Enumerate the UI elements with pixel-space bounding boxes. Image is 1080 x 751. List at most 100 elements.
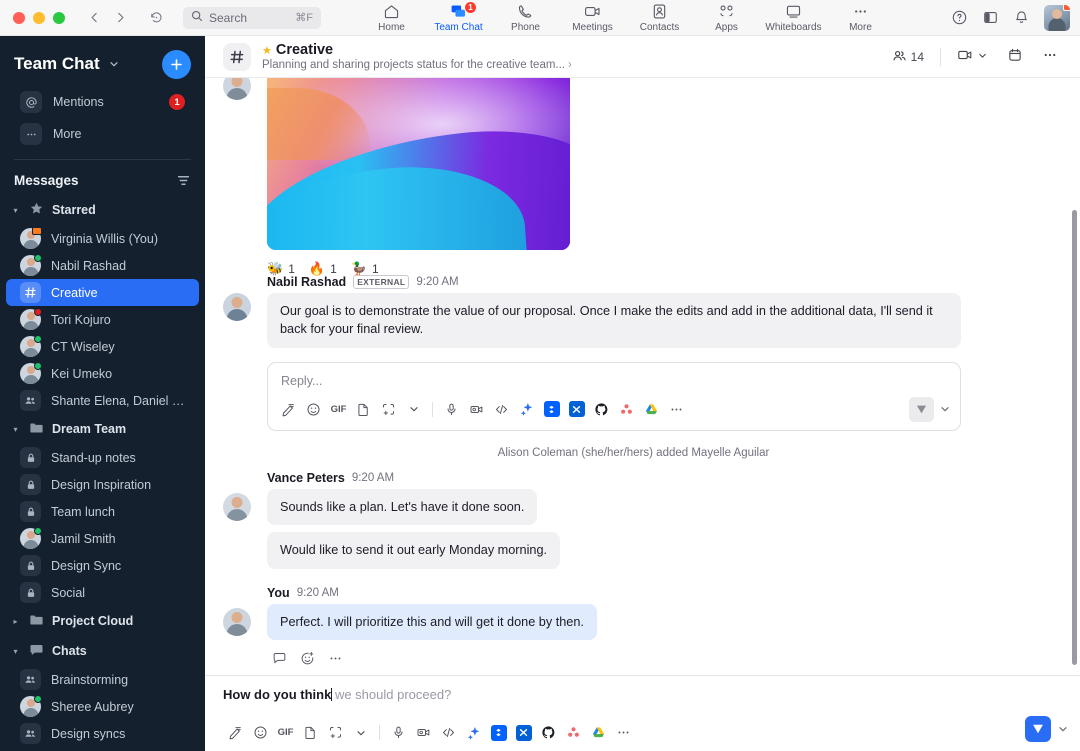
github-icon[interactable]: [536, 720, 561, 745]
chevron-down-icon[interactable]: [108, 58, 120, 70]
sidebar-group-chats[interactable]: ▾ Chats: [0, 636, 205, 666]
calendar-button[interactable]: [999, 43, 1031, 71]
minimize-window-button[interactable]: [33, 12, 45, 24]
emoji-icon[interactable]: [301, 397, 326, 422]
avatar[interactable]: [1044, 5, 1070, 31]
reply-send-options-icon[interactable]: [936, 403, 954, 415]
reply-send-button[interactable]: [909, 397, 934, 422]
composer-typed-text: How do you think: [223, 687, 331, 702]
sidebar-item-stand-up-notes[interactable]: Stand-up notes: [6, 444, 199, 471]
code-snippet-icon[interactable]: [489, 397, 514, 422]
gif-icon[interactable]: GIF: [273, 720, 298, 745]
sidebar-item-team-lunch[interactable]: Team lunch: [6, 498, 199, 525]
more-apps-icon[interactable]: [611, 720, 636, 745]
sidebar-group-starred[interactable]: ▾ Starred: [0, 195, 205, 225]
topnav-contacts[interactable]: Contacts: [627, 0, 692, 36]
sidebar-item-jamil-smith[interactable]: Jamil Smith: [6, 525, 199, 552]
send-options-icon[interactable]: [1054, 723, 1072, 735]
dropbox-icon[interactable]: [539, 397, 564, 422]
sidebar-item-design-inspiration[interactable]: Design Inspiration: [6, 471, 199, 498]
sidebar-group-dream-team[interactable]: ▾ Dream Team: [0, 414, 205, 444]
google-drive-icon[interactable]: [586, 720, 611, 745]
reply-composer[interactable]: Reply... GIF: [267, 362, 961, 431]
topnav-team-chat[interactable]: Team Chat 1: [426, 0, 491, 36]
sidebar-item-nabil-rashad[interactable]: Nabil Rashad: [6, 252, 199, 279]
ai-sparkle-icon[interactable]: [514, 397, 539, 422]
sidebar-item-design-sync[interactable]: Design Sync: [6, 552, 199, 579]
sidebar-item-label: Design syncs: [51, 727, 125, 741]
topnav-whiteboards[interactable]: Whiteboards: [761, 0, 826, 36]
google-drive-icon[interactable]: [639, 397, 664, 422]
add-reaction-icon[interactable]: [297, 648, 318, 669]
sidebar-item-sheree-aubrey[interactable]: Sheree Aubrey: [6, 693, 199, 720]
file-icon[interactable]: [351, 397, 376, 422]
video-message-icon[interactable]: [411, 720, 436, 745]
microphone-icon[interactable]: [439, 397, 464, 422]
new-chat-button[interactable]: [162, 50, 191, 79]
sidebar-item-more[interactable]: More: [6, 118, 199, 150]
asana-icon[interactable]: [614, 397, 639, 422]
video-message-icon[interactable]: [464, 397, 489, 422]
screenshot-icon[interactable]: [323, 720, 348, 745]
github-icon[interactable]: [589, 397, 614, 422]
star-filled-icon[interactable]: ★: [262, 44, 272, 57]
format-text-icon[interactable]: [223, 720, 248, 745]
sidebar-item-kei-umeko[interactable]: Kei Umeko: [6, 360, 199, 387]
sidebar-item-virginia-willis[interactable]: Virginia Willis (You): [6, 225, 199, 252]
scrollbar-thumb[interactable]: [1072, 210, 1077, 665]
sidebar-item-shante-elena-group[interactable]: Shante Elena, Daniel Bow...: [6, 387, 199, 414]
sidebar-item-ct-wiseley[interactable]: CT Wiseley: [6, 333, 199, 360]
box-icon[interactable]: [564, 397, 589, 422]
composer-input[interactable]: How do you think we should proceed?: [223, 686, 1068, 720]
topnav-apps[interactable]: Apps: [694, 0, 759, 36]
sidebar-item-brainstorming[interactable]: Brainstorming: [6, 666, 199, 693]
close-window-button[interactable]: [13, 12, 25, 24]
format-text-icon[interactable]: [276, 397, 301, 422]
sidebar-item-social[interactable]: Social: [6, 579, 199, 606]
search-input[interactable]: Search ⌘F: [183, 7, 321, 29]
sidebar-item-creative[interactable]: Creative: [6, 279, 199, 306]
reply-input-placeholder[interactable]: Reply...: [268, 363, 960, 395]
more-options-button[interactable]: [1034, 43, 1066, 71]
microphone-icon[interactable]: [386, 720, 411, 745]
members-button[interactable]: 14: [884, 43, 932, 71]
topnav-home[interactable]: Home: [359, 0, 424, 36]
file-icon[interactable]: [298, 720, 323, 745]
box-icon[interactable]: [511, 720, 536, 745]
screenshot-icon[interactable]: [376, 397, 401, 422]
ellipsis-icon[interactable]: [325, 648, 346, 669]
gif-icon[interactable]: GIF: [326, 397, 351, 422]
maximize-window-button[interactable]: [53, 12, 65, 24]
bell-icon[interactable]: [1013, 9, 1030, 26]
help-circle-icon[interactable]: [951, 9, 968, 26]
channel-description-row[interactable]: Planning and sharing projects status for…: [262, 59, 572, 71]
presence-status-indicator: [1063, 5, 1070, 11]
shared-image[interactable]: [267, 78, 570, 250]
sidebar-item-tori-kojuro[interactable]: Tori Kojuro: [6, 306, 199, 333]
asana-icon[interactable]: [561, 720, 586, 745]
more-apps-icon[interactable]: [664, 397, 689, 422]
forward-button[interactable]: [109, 7, 131, 29]
topnav-phone[interactable]: Phone: [493, 0, 558, 36]
video-call-button[interactable]: [949, 43, 996, 71]
sidebar-item-design-syncs[interactable]: Design syncs: [6, 720, 199, 747]
emoji-icon[interactable]: [248, 720, 273, 745]
reply-bubble-icon[interactable]: [269, 648, 290, 669]
topnav-more[interactable]: More: [828, 0, 893, 36]
panel-toggle-icon[interactable]: [982, 9, 999, 26]
code-snippet-icon[interactable]: [436, 720, 461, 745]
chevron-down-icon: ▾: [10, 647, 21, 656]
sidebar-group-project-cloud[interactable]: ▸ Project Cloud: [0, 606, 205, 636]
ai-sparkle-icon[interactable]: [461, 720, 486, 745]
back-button[interactable]: [83, 7, 105, 29]
history-icon[interactable]: [145, 7, 167, 29]
presence-green: [34, 335, 42, 343]
dropbox-icon[interactable]: [486, 720, 511, 745]
sidebar-item-mentions[interactable]: Mentions 1: [6, 86, 199, 118]
chevron-down-icon[interactable]: [348, 720, 373, 745]
filter-icon[interactable]: [176, 173, 191, 188]
send-button[interactable]: [1025, 716, 1051, 742]
chevron-down-icon[interactable]: [401, 397, 426, 422]
topnav-meetings[interactable]: Meetings: [560, 0, 625, 36]
scrollbar-track[interactable]: [1072, 78, 1077, 675]
